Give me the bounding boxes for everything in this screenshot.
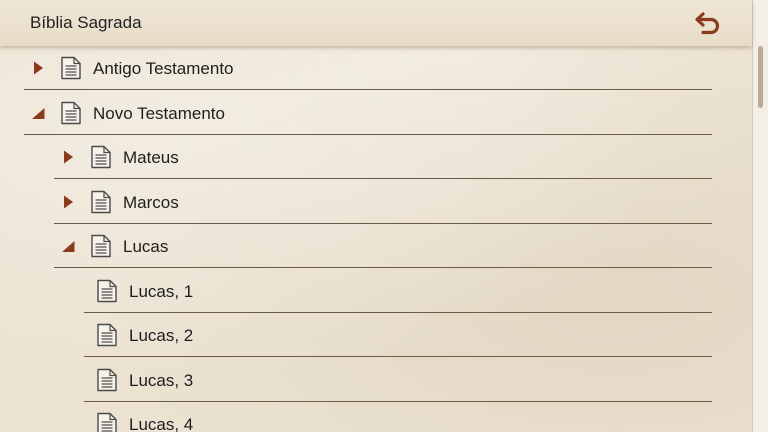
document-icon [96,323,118,347]
tree-item-label: Lucas, 4 [129,415,194,432]
undo-arrow-icon [695,12,720,35]
document-icon [96,412,118,432]
document-icon [90,190,112,214]
tree-item[interactable]: Lucas [54,224,712,268]
page-title: Bíblia Sagrada [30,13,142,32]
document-icon [60,101,82,125]
app-window: Bíblia Sagrada Antigo Testamento Novo Tes… [0,0,768,432]
tree-item[interactable]: Novo Testamento [24,91,712,135]
document-icon [96,368,118,392]
tree-item-label: Lucas, 1 [129,281,194,301]
tree-item-label: Antigo Testamento [93,59,234,78]
tree-item[interactable]: Lucas, 1 [84,269,712,313]
collapsed-triangle-icon[interactable] [60,194,76,210]
tree-item-label: Marcos [123,192,179,212]
back-button[interactable] [690,6,726,40]
app-header: Bíblia Sagrada [0,0,752,46]
tree-item-label: Lucas [123,237,169,256]
tree-item-label: Lucas, 3 [129,370,194,390]
document-icon [96,279,118,303]
document-icon [90,234,112,258]
scrollbar-thumb[interactable] [758,46,763,108]
book-tree: Antigo Testamento Novo Testamento Mateus Ma… [0,46,752,432]
tree-item[interactable]: Mateus [54,135,712,179]
tree-item[interactable]: Marcos [54,180,712,224]
tree-item[interactable]: Lucas, 3 [84,358,712,402]
tree-item[interactable]: Antigo Testamento [24,46,712,90]
tree-item-label: Novo Testamento [93,103,225,123]
collapsed-triangle-icon[interactable] [60,149,76,165]
tree-item[interactable]: Lucas, 2 [84,313,712,357]
document-icon [90,145,112,169]
document-icon [60,56,82,80]
tree-item[interactable]: Lucas, 4 [84,402,712,432]
tree-item-label: Mateus [123,148,179,167]
collapsed-triangle-icon[interactable] [30,60,46,76]
expanded-triangle-icon[interactable] [60,238,76,254]
expanded-triangle-icon[interactable] [30,105,46,121]
tree-item-label: Lucas, 2 [129,326,194,345]
scrollbar[interactable] [752,0,768,432]
